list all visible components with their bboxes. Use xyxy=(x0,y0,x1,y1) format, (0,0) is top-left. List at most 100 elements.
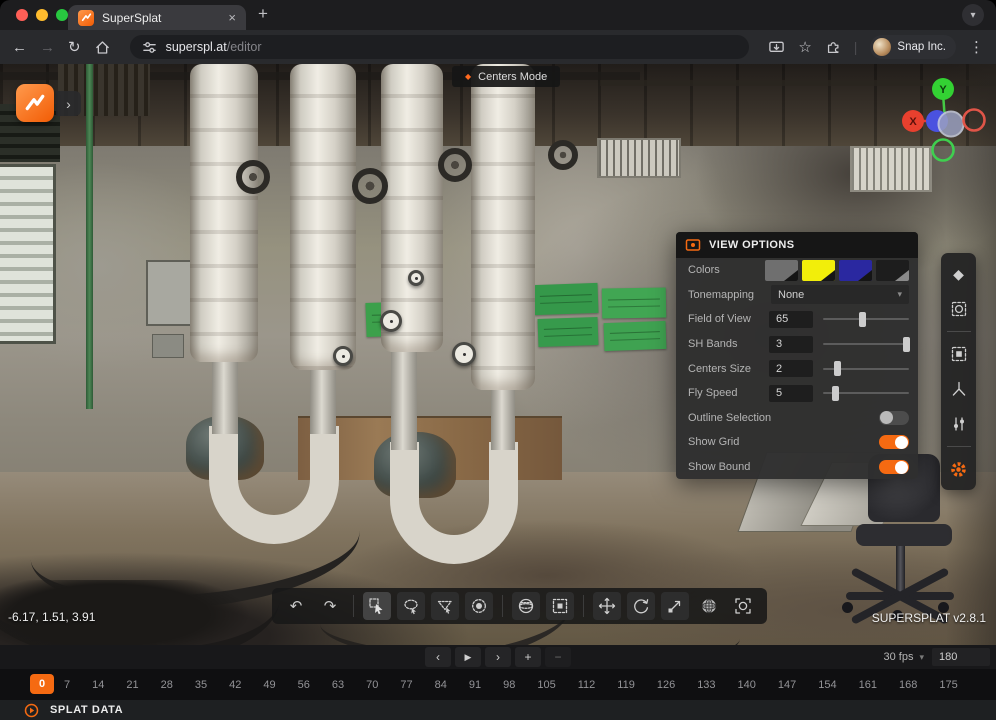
globe-camera-button[interactable] xyxy=(695,592,723,620)
timeline-tick[interactable]: 84 xyxy=(435,679,447,691)
address-bar[interactable]: superspl.at/editor xyxy=(130,35,750,59)
sphere-select-tool[interactable] xyxy=(512,592,540,620)
scale-tool[interactable] xyxy=(661,592,689,620)
locked-color-swatch[interactable] xyxy=(876,260,909,281)
back-icon[interactable]: ← xyxy=(12,40,27,55)
timeline-tick[interactable]: 98 xyxy=(503,679,515,691)
gizmo-neg-y-handle[interactable] xyxy=(933,140,954,161)
timeline-tick[interactable]: 21 xyxy=(126,679,138,691)
toolbar-divider xyxy=(353,595,354,617)
browser-menu-icon[interactable]: ⋮ xyxy=(969,40,984,55)
prev-frame-button[interactable]: ‹ xyxy=(425,647,451,667)
menu-expand-button[interactable]: › xyxy=(56,91,81,116)
timeline-ticks[interactable]: 7 14 21 28 35 42 49 56 63 70 77 84 91 98 105 112 119 126 1… xyxy=(64,669,958,700)
supersplat-logo-button[interactable] xyxy=(16,84,54,122)
splat-color-swatch[interactable] xyxy=(765,260,798,281)
gizmo-neg-x-handle[interactable] xyxy=(964,110,985,131)
outline-selection-toggle[interactable] xyxy=(879,411,909,425)
show-bound-toggle[interactable] xyxy=(879,460,909,474)
timeline-tick[interactable]: 42 xyxy=(229,679,241,691)
options-sliders-button[interactable] xyxy=(946,411,972,437)
tab-close-icon[interactable]: × xyxy=(228,11,236,24)
timeline-tick[interactable]: 14 xyxy=(92,679,104,691)
timeline-tick[interactable]: 140 xyxy=(738,679,756,691)
close-window-button[interactable] xyxy=(16,9,28,21)
app-version-label: SUPERSPLAT v2.8.1 xyxy=(872,611,986,625)
timeline-tick[interactable]: 56 xyxy=(298,679,310,691)
axis-gizmo[interactable]: Y X xyxy=(895,75,995,170)
timeline-tick[interactable]: 63 xyxy=(332,679,344,691)
minimize-window-button[interactable] xyxy=(36,9,48,21)
traffic-lights[interactable] xyxy=(16,9,68,21)
timeline-tick[interactable]: 154 xyxy=(818,679,836,691)
rotate-tool[interactable] xyxy=(627,592,655,620)
view-options-header[interactable]: VIEW OPTIONS xyxy=(676,232,918,258)
timeline-tick[interactable]: 175 xyxy=(939,679,957,691)
timeline-tick[interactable]: 70 xyxy=(366,679,378,691)
sh-bands-input[interactable]: 3 xyxy=(769,336,813,353)
timeline-tick[interactable]: 126 xyxy=(657,679,675,691)
frame-selection-button[interactable] xyxy=(946,341,972,367)
timeline-tick[interactable]: 105 xyxy=(537,679,555,691)
undo-button[interactable]: ↶ xyxy=(282,592,310,620)
bookmark-star-icon[interactable]: ☆ xyxy=(798,40,811,55)
timeline-tick[interactable]: 35 xyxy=(195,679,207,691)
frame-focus-button[interactable] xyxy=(729,592,757,620)
timeline-tick[interactable]: 49 xyxy=(263,679,275,691)
centers-mode-button[interactable]: ◆ xyxy=(946,261,972,287)
site-settings-icon[interactable] xyxy=(142,40,157,55)
remove-keyframe-button[interactable]: − xyxy=(545,647,571,667)
box-select-tool[interactable] xyxy=(546,592,574,620)
gizmo-center-handle[interactable] xyxy=(939,112,964,137)
lasso-select-tool[interactable] xyxy=(397,592,425,620)
timeline-tick[interactable]: 161 xyxy=(859,679,877,691)
select-marquee-button[interactable] xyxy=(946,296,972,322)
move-tool[interactable] xyxy=(593,592,621,620)
timeline-tick[interactable]: 133 xyxy=(697,679,715,691)
timeline-tick[interactable]: 77 xyxy=(400,679,412,691)
play-button[interactable]: ▶ xyxy=(455,647,481,667)
reload-icon[interactable]: ↻ xyxy=(68,40,81,55)
centers-size-slider[interactable] xyxy=(823,361,909,376)
add-keyframe-button[interactable]: + xyxy=(515,647,541,667)
tab-search-chevron-icon[interactable]: ▾ xyxy=(962,4,984,26)
new-tab-button[interactable]: + xyxy=(258,4,268,24)
tonemapping-select[interactable]: None ▾ xyxy=(771,285,909,304)
sh-bands-slider[interactable] xyxy=(823,337,909,352)
splat-data-bar[interactable]: SPLAT DATA xyxy=(0,700,996,720)
extensions-icon[interactable] xyxy=(825,39,841,55)
show-grid-toggle[interactable] xyxy=(879,435,909,449)
timeline-tick[interactable]: 112 xyxy=(578,679,596,691)
fov-input[interactable]: 65 xyxy=(769,311,813,328)
expand-panel-icon[interactable] xyxy=(24,703,39,718)
total-frames-input[interactable]: 180 xyxy=(932,648,990,666)
timeline-tick[interactable]: 168 xyxy=(899,679,917,691)
fly-speed-input[interactable]: 5 xyxy=(769,385,813,402)
maximize-window-button[interactable] xyxy=(56,9,68,21)
fov-slider[interactable] xyxy=(823,312,909,327)
picker-select-tool[interactable] xyxy=(363,592,391,620)
send-to-device-icon[interactable] xyxy=(768,39,785,56)
brush-select-tool[interactable] xyxy=(465,592,493,620)
view-settings-gear-button[interactable] xyxy=(946,456,972,482)
redo-button[interactable]: ↷ xyxy=(316,592,344,620)
timeline-tick[interactable]: 28 xyxy=(161,679,173,691)
browser-tab[interactable]: SuperSplat × xyxy=(68,5,246,30)
home-icon[interactable] xyxy=(94,39,111,56)
fly-speed-slider[interactable] xyxy=(823,386,909,401)
timeline-tick[interactable]: 119 xyxy=(617,679,635,691)
profile-chip[interactable]: Snap Inc. xyxy=(870,35,956,59)
timeline-tick[interactable]: 7 xyxy=(64,679,70,691)
polygon-select-tool[interactable] xyxy=(431,592,459,620)
centers-size-input[interactable]: 2 xyxy=(769,360,813,377)
next-frame-button[interactable]: › xyxy=(485,647,511,667)
timeline-tick[interactable]: 147 xyxy=(778,679,796,691)
timeline[interactable]: 0 7 14 21 28 35 42 49 56 63 70 77 84 91 98 105 112 119 12… xyxy=(0,669,996,700)
origin-axes-button[interactable] xyxy=(946,376,972,402)
fps-select[interactable]: 30 fps ▾ xyxy=(884,651,925,663)
timeline-tick[interactable]: 91 xyxy=(469,679,481,691)
selected-color-swatch[interactable] xyxy=(802,260,835,281)
show-bound-label: Show Bound xyxy=(688,461,879,473)
unselected-color-swatch[interactable] xyxy=(839,260,872,281)
timeline-current-frame[interactable]: 0 xyxy=(30,674,54,694)
